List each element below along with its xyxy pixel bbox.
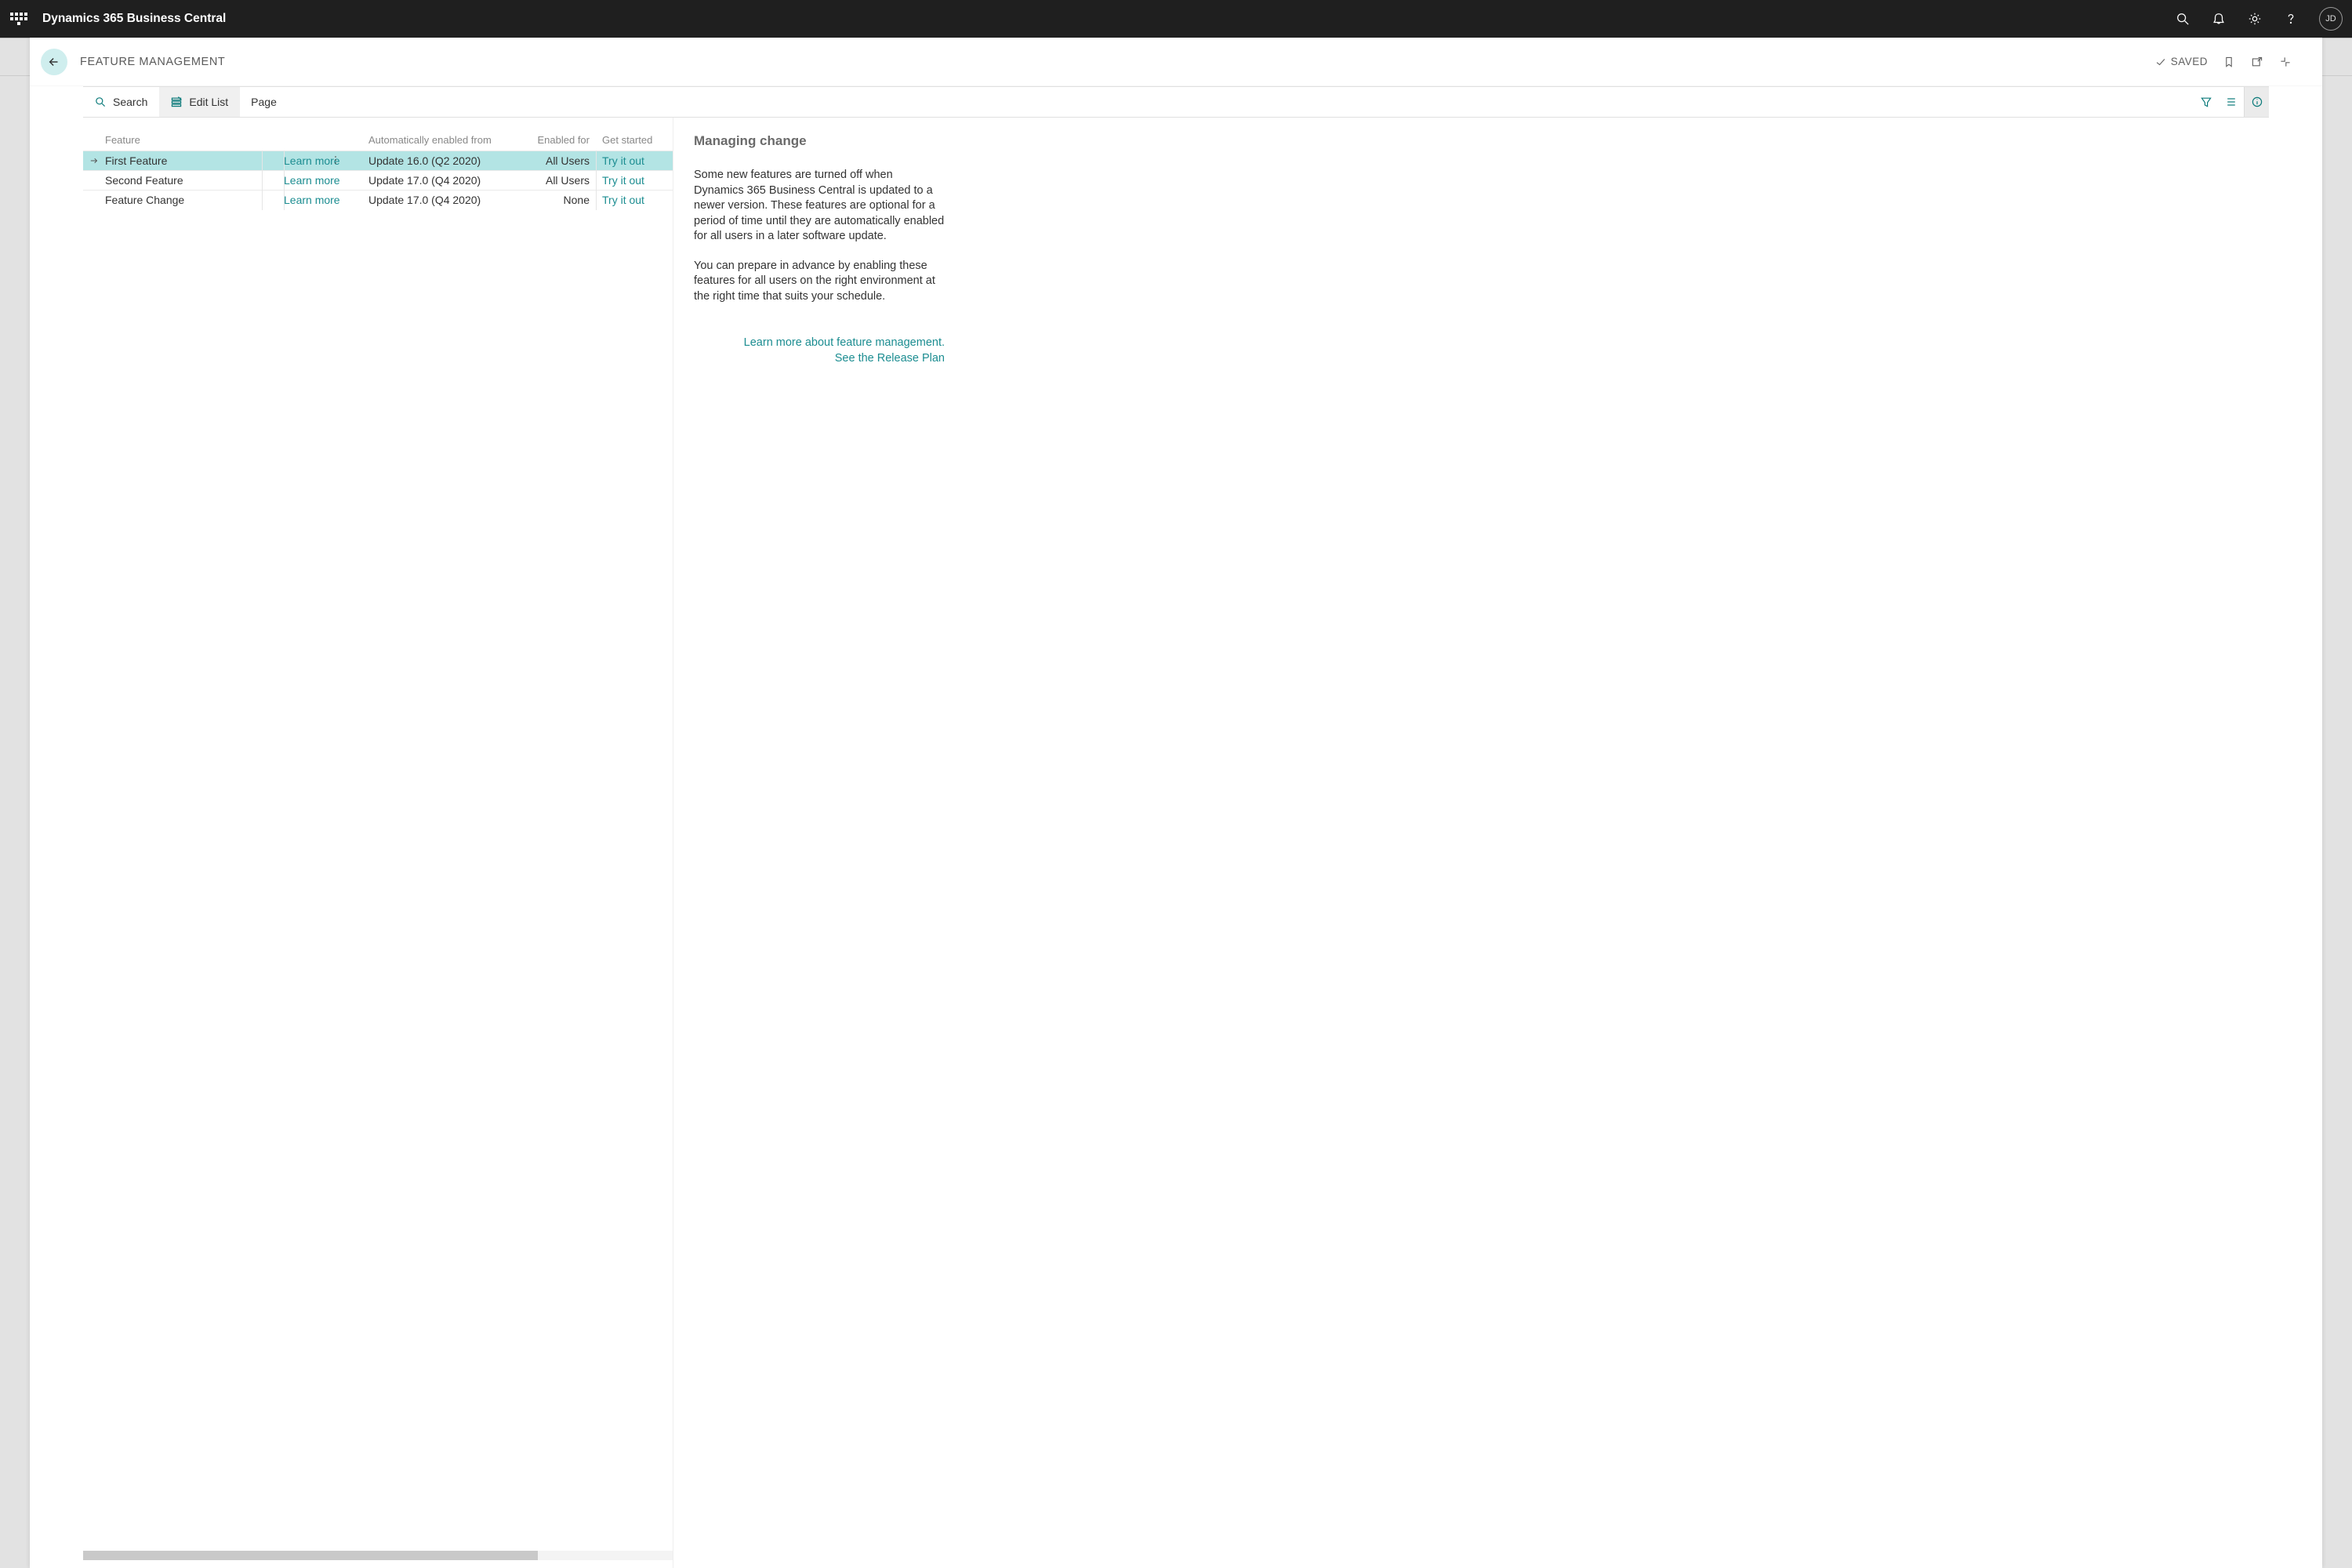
search-action[interactable]: Search: [83, 87, 159, 117]
filter-icon[interactable]: [2194, 87, 2219, 117]
factbox-title: Managing change: [694, 133, 2249, 149]
col-auto[interactable]: Automatically enabled from: [368, 134, 530, 146]
auto-enable-value: Update 17.0 (Q4 2020): [368, 174, 530, 187]
col-enabled[interactable]: Enabled for: [530, 134, 596, 146]
enabled-for-value[interactable]: All Users: [530, 174, 596, 187]
search-label: Search: [113, 96, 147, 108]
try-it-out-link[interactable]: Try it out: [596, 154, 666, 167]
page-header: FEATURE MANAGEMENT SAVED: [30, 38, 2322, 86]
feature-name: Feature Change: [105, 194, 284, 206]
brand-title: Dynamics 365 Business Central: [42, 12, 226, 26]
app-launcher-icon[interactable]: [9, 9, 28, 28]
factbox-paragraph: You can prepare in advance by enabling t…: [694, 259, 945, 305]
release-plan-link[interactable]: See the Release Plan: [694, 352, 945, 365]
try-it-out-link[interactable]: Try it out: [596, 194, 666, 206]
auto-enable-value: Update 17.0 (Q4 2020): [368, 194, 530, 206]
page-label: Page: [251, 96, 277, 108]
table-row[interactable]: Second Feature Learn more Update 17.0 (Q…: [83, 170, 673, 190]
edit-list-label: Edit List: [189, 96, 228, 108]
notifications-icon[interactable]: [2211, 11, 2227, 27]
row-selector-icon[interactable]: [83, 155, 105, 166]
edit-list-action[interactable]: Edit List: [159, 87, 240, 117]
factbox-toggle-icon[interactable]: [2244, 87, 2269, 117]
enabled-for-value[interactable]: None: [530, 194, 596, 206]
table-row[interactable]: Feature Change Learn more Update 17.0 (Q…: [83, 190, 673, 209]
page-body: Feature Automatically enabled from Enabl…: [83, 118, 2269, 1568]
saved-indicator: SAVED: [2155, 56, 2208, 67]
back-button[interactable]: [41, 49, 67, 75]
collapse-icon[interactable]: [2278, 55, 2292, 69]
learn-more-link[interactable]: Learn more: [284, 194, 368, 206]
page-backdrop: FEATURE MANAGEMENT SAVED: [0, 38, 2352, 1568]
list-rows-icon[interactable]: [2219, 87, 2244, 117]
try-it-out-link[interactable]: Try it out: [596, 174, 666, 187]
learn-more-link[interactable]: Learn more: [284, 174, 368, 187]
scrollbar-thumb[interactable]: [83, 1551, 538, 1560]
factbox-pane: Managing change Some new features are tu…: [673, 118, 2269, 1568]
user-avatar[interactable]: JD: [2319, 7, 2343, 31]
page-title: FEATURE MANAGEMENT: [80, 56, 225, 68]
row-menu-icon[interactable]: [334, 154, 337, 168]
auto-enable-value: Update 16.0 (Q2 2020): [368, 154, 530, 167]
bookmark-icon[interactable]: [2222, 55, 2236, 69]
saved-label: SAVED: [2171, 56, 2208, 67]
enabled-for-value[interactable]: All Users: [530, 154, 596, 167]
table-row[interactable]: First Feature Learn more Update 16.0 (Q2…: [83, 151, 673, 170]
settings-gear-icon[interactable]: [2247, 11, 2263, 27]
table-header: Feature Automatically enabled from Enabl…: [83, 118, 673, 151]
help-icon[interactable]: [2283, 11, 2299, 27]
horizontal-scrollbar[interactable]: [83, 1551, 673, 1560]
search-icon[interactable]: [2175, 11, 2190, 27]
feature-name: First Feature: [105, 154, 284, 167]
feature-name: Second Feature: [105, 174, 284, 187]
popout-icon[interactable]: [2250, 55, 2264, 69]
factbox-paragraph: Some new features are turned off when Dy…: [694, 168, 945, 245]
global-topbar: Dynamics 365 Business Central JD: [0, 0, 2352, 38]
feature-list: Feature Automatically enabled from Enabl…: [83, 118, 673, 1568]
action-ribbon: Search Edit List Page: [83, 86, 2269, 118]
learn-more-link[interactable]: Learn more: [284, 154, 368, 167]
col-get[interactable]: Get started: [596, 134, 666, 146]
page-action[interactable]: Page: [240, 87, 289, 117]
page-card: FEATURE MANAGEMENT SAVED: [30, 38, 2322, 1568]
learn-more-feature-mgmt-link[interactable]: Learn more about feature management.: [694, 336, 945, 349]
col-feature[interactable]: Feature: [105, 134, 284, 146]
